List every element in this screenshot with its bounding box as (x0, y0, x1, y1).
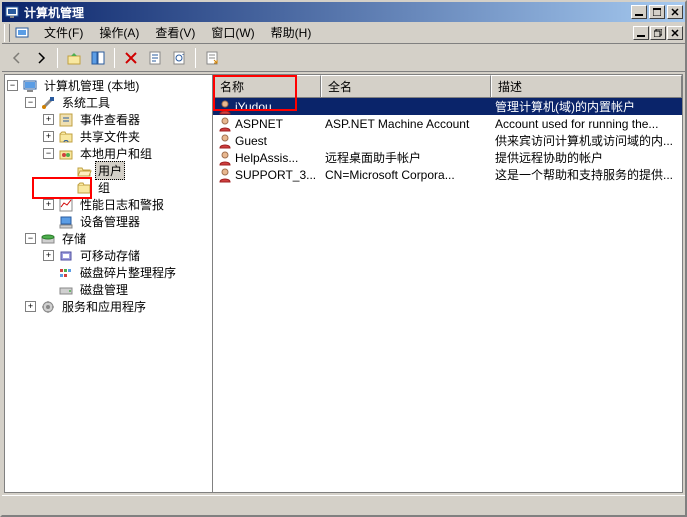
menu-window[interactable]: 窗口(W) (203, 22, 262, 43)
up-button[interactable] (63, 47, 85, 69)
delete-button[interactable] (120, 47, 142, 69)
disk-icon (58, 282, 74, 298)
tools-icon (40, 95, 56, 111)
collapse-icon[interactable]: − (25, 233, 36, 244)
window-title: 计算机管理 (24, 4, 631, 21)
user-icon (217, 99, 233, 115)
tree-removable[interactable]: + 可移动存储 (43, 247, 210, 264)
cell-fullname: CN=Microsoft Corpora... (321, 168, 491, 182)
tree-pane[interactable]: − 计算机管理 (本地) − 系统工具 + 事件查看器 (5, 75, 213, 492)
cell-desc: 提供远程协助的帐户 (491, 149, 682, 166)
user-icon (217, 150, 233, 166)
mdi-close-button[interactable] (667, 26, 683, 40)
expand-icon[interactable]: + (43, 250, 54, 261)
list-row[interactable]: ASPNETASP.NET Machine AccountAccount use… (213, 115, 682, 132)
content-area: − 计算机管理 (本地) − 系统工具 + 事件查看器 (4, 74, 683, 493)
tree-shared-folders[interactable]: + 共享文件夹 (43, 128, 210, 145)
services-icon (40, 299, 56, 315)
list-header: 名称 全名 描述 (213, 75, 682, 98)
user-icon (217, 116, 233, 132)
collapse-icon[interactable]: − (7, 80, 18, 91)
cell-desc: Account used for running the... (491, 117, 682, 131)
tree-defrag[interactable]: 磁盘碎片整理程序 (43, 264, 210, 281)
tree-users[interactable]: 用户 (61, 162, 210, 179)
titlebar: 计算机管理 (2, 2, 685, 22)
cell-desc: 供来宾访问计算机或访问域的内... (491, 132, 682, 149)
column-name[interactable]: 名称 (213, 75, 321, 97)
expand-icon[interactable]: + (43, 131, 54, 142)
shared-folder-icon (58, 129, 74, 145)
expand-icon[interactable]: + (43, 114, 54, 125)
collapse-icon[interactable]: − (43, 148, 54, 159)
mdi-minimize-button[interactable] (633, 26, 649, 40)
menu-action[interactable]: 操作(A) (91, 22, 147, 43)
perf-icon (58, 197, 74, 213)
computer-icon (22, 78, 38, 94)
statusbar (2, 495, 685, 515)
tree-system-tools[interactable]: − 系统工具 (25, 94, 210, 111)
column-fullname[interactable]: 全名 (321, 75, 491, 97)
mdi-restore-button[interactable] (650, 26, 666, 40)
cell-name: ASPNET (213, 116, 321, 132)
tree-services-apps[interactable]: + 服务和应用程序 (25, 298, 210, 315)
minimize-button[interactable] (631, 5, 647, 19)
cell-desc: 这是一个帮助和支持服务的提供... (491, 166, 682, 183)
export-button[interactable] (201, 47, 223, 69)
forward-button[interactable] (30, 47, 52, 69)
device-icon (58, 214, 74, 230)
tree-device-mgr[interactable]: 设备管理器 (43, 213, 210, 230)
removable-icon (58, 248, 74, 264)
tree-groups[interactable]: 组 (61, 179, 210, 196)
user-icon (217, 167, 233, 183)
toolbar (2, 44, 685, 72)
menubar: 文件(F) 操作(A) 查看(V) 窗口(W) 帮助(H) (2, 22, 685, 44)
cell-name: iYudou (213, 99, 321, 115)
users-groups-icon (58, 146, 74, 162)
tree-local-users-groups[interactable]: − 本地用户和组 (43, 145, 210, 162)
cell-name: SUPPORT_3... (213, 167, 321, 183)
cell-name: HelpAssis... (213, 150, 321, 166)
list-row[interactable]: HelpAssis...远程桌面助手帐户提供远程协助的帐户 (213, 149, 682, 166)
maximize-button[interactable] (649, 5, 665, 19)
cell-fullname: ASP.NET Machine Account (321, 117, 491, 131)
menu-view[interactable]: 查看(V) (147, 22, 203, 43)
collapse-icon[interactable]: − (25, 97, 36, 108)
defrag-icon (58, 265, 74, 281)
close-button[interactable] (667, 5, 683, 19)
tree-event-viewer[interactable]: + 事件查看器 (43, 111, 210, 128)
refresh-button[interactable] (168, 47, 190, 69)
tree-perf-logs[interactable]: + 性能日志和警报 (43, 196, 210, 213)
list-row[interactable]: SUPPORT_3...CN=Microsoft Corpora...这是一个帮… (213, 166, 682, 183)
expand-icon[interactable]: + (25, 301, 36, 312)
tree-disk-mgmt[interactable]: 磁盘管理 (43, 281, 210, 298)
menubar-grip (4, 24, 10, 42)
back-button (6, 47, 28, 69)
column-desc[interactable]: 描述 (491, 75, 682, 97)
list-row[interactable]: Guest 供来宾访问计算机或访问域的内... (213, 132, 682, 149)
expand-icon[interactable]: + (43, 199, 54, 210)
storage-icon (40, 231, 56, 247)
list-pane[interactable]: 名称 全名 描述 iYudou管理计算机(域)的内置帐户ASPNETASP.NE… (213, 75, 682, 492)
cell-name: Guest (213, 133, 321, 149)
app-icon (4, 4, 20, 20)
menu-file[interactable]: 文件(F) (36, 22, 91, 43)
menu-help[interactable]: 帮助(H) (263, 22, 320, 43)
show-hide-tree-button[interactable] (87, 47, 109, 69)
cell-desc: 管理计算机(域)的内置帐户 (491, 98, 682, 115)
main-window: 计算机管理 文件(F) 操作(A) 查看(V) 窗口(W) 帮助(H) (0, 0, 687, 517)
list-row[interactable]: iYudou 管理计算机(域)的内置帐户 (213, 98, 682, 115)
event-icon (58, 112, 74, 128)
properties-button[interactable] (144, 47, 166, 69)
user-icon (217, 133, 233, 149)
cell-fullname: 远程桌面助手帐户 (321, 149, 491, 166)
folder-icon (76, 180, 92, 196)
tree-storage[interactable]: − 存储 (25, 230, 210, 247)
tree-root[interactable]: − 计算机管理 (本地) (7, 77, 210, 94)
mmc-icon (14, 25, 30, 41)
folder-open-icon (76, 163, 92, 179)
